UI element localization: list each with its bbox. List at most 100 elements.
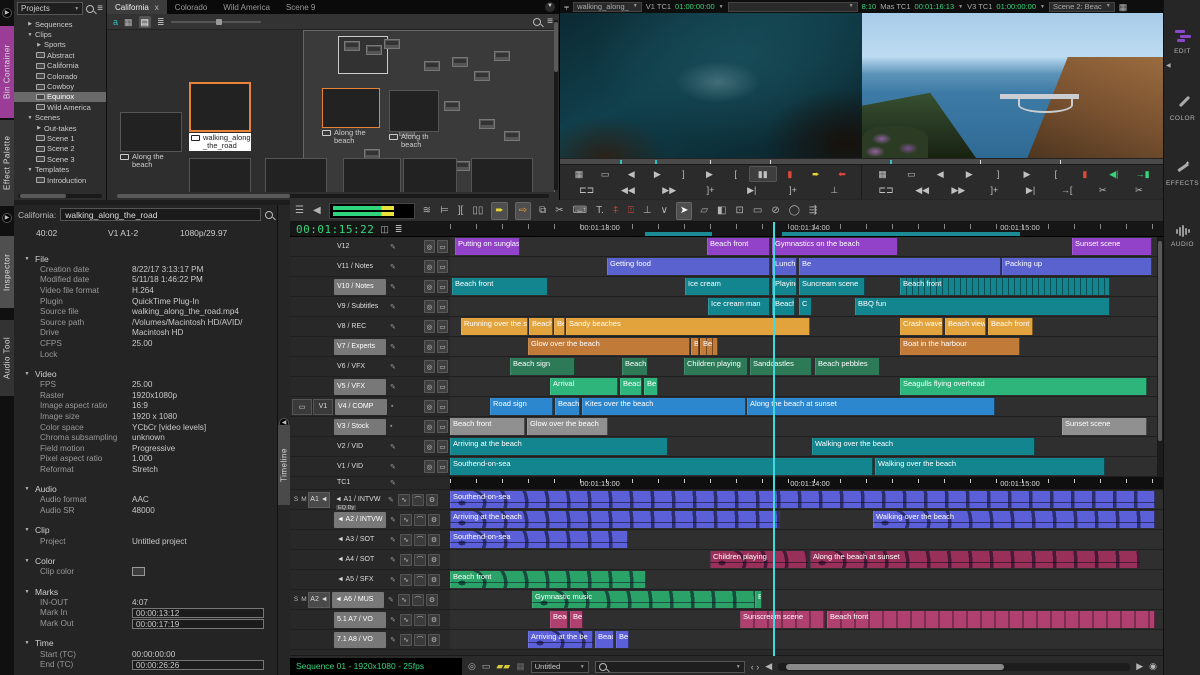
track-name[interactable]: V4 / COMP: [335, 399, 387, 415]
record-enable-icon[interactable]: ◎: [424, 440, 435, 453]
transport-icon[interactable]: ▶|: [731, 183, 772, 197]
timeline-clip[interactable]: Arrival: [550, 378, 618, 395]
scroll-right-icon[interactable]: ▶: [1136, 661, 1143, 672]
pencil-icon[interactable]: ✎: [390, 323, 398, 331]
transport-icon[interactable]: ▶: [644, 167, 670, 181]
track-header-v3[interactable]: V3 / Stock▪◎▭: [290, 417, 450, 436]
transport-icon[interactable]: ⊥: [814, 183, 855, 197]
monitor-icon[interactable]: ▭: [437, 320, 448, 333]
transport-icon[interactable]: ]: [984, 167, 1013, 181]
track-lane[interactable]: Southend-on-sea: [450, 530, 1163, 549]
chevron-right-icon[interactable]: ▶: [36, 125, 42, 131]
video-monitor-icon[interactable]: ▭: [482, 661, 491, 672]
bin-clip-thumbnail[interactable]: walking_along _the_road: [189, 82, 251, 151]
monitor-icon[interactable]: ▭: [437, 300, 448, 313]
transport-icon[interactable]: ◀◀: [607, 183, 648, 197]
video-quality-icon[interactable]: ▰▰: [496, 661, 510, 672]
transport-icon[interactable]: ✂: [1121, 183, 1157, 197]
motion-fx-icon[interactable]: ⇶: [808, 203, 818, 219]
pencil-icon[interactable]: ✎: [388, 596, 396, 604]
timeline-clip[interactable]: B: [691, 338, 699, 355]
track-name[interactable]: ◄ A2 / INTVW: [334, 512, 386, 528]
timeline-clip[interactable]: Children playing: [710, 551, 808, 568]
automation-icon[interactable]: ⌒: [414, 534, 426, 546]
track-name[interactable]: ◄ A6 / MUS: [332, 592, 384, 608]
property-value[interactable]: 00:00:17:19: [132, 619, 264, 629]
record-enable-icon[interactable]: ◎: [424, 400, 435, 413]
bin-menu-icon[interactable]: ≡: [547, 17, 553, 27]
track-lane[interactable]: Beach frontIce creamPlayingSuncream scen…: [450, 277, 1163, 296]
track-header-v9[interactable]: V9 / Subtitles✎◎▭: [290, 297, 450, 316]
bin-clip-thumbnail[interactable]: Along the beach: [471, 158, 533, 192]
clip-name-input[interactable]: walking_along_the_road: [60, 208, 261, 221]
timeline-clip[interactable]: B: [755, 591, 762, 608]
pencil-icon[interactable]: ✎: [390, 479, 398, 487]
chevron-right-icon[interactable]: ▶: [36, 42, 42, 48]
timeline-clip[interactable]: Be: [644, 378, 658, 395]
audio-group-button[interactable]: A1 ◄: [308, 492, 330, 508]
track-header--a5-sfx[interactable]: ◄ A5 / SFX✎∿⌒⚙: [290, 570, 450, 589]
segment-icon[interactable]: ▱: [699, 203, 709, 219]
extract-icon[interactable]: ⍐: [627, 203, 635, 219]
rail-item-color[interactable]: COLOR: [1164, 95, 1200, 122]
track-lane[interactable]: Children playingAlong the beach at sunse…: [450, 550, 1163, 569]
speaker-icon[interactable]: ◀: [312, 203, 322, 219]
bin-clip-thumbnail[interactable]: Along the beach: [120, 112, 182, 169]
timeline-clip[interactable]: Walking over the beach: [875, 458, 1105, 475]
tab-bin-container[interactable]: Bin Container: [0, 26, 14, 118]
playhead[interactable]: [773, 222, 775, 656]
transport-icon[interactable]: →[: [1049, 183, 1085, 197]
record-monitor[interactable]: [862, 13, 1164, 158]
mark-clip-icon[interactable]: ][: [457, 203, 465, 219]
tree-item-scenes[interactable]: ▼Scenes: [14, 113, 106, 123]
tab-inspector[interactable]: Inspector: [0, 236, 14, 308]
track-name[interactable]: ◄ A4 / SOT: [334, 552, 386, 568]
monitor-icon[interactable]: ▭: [437, 440, 448, 453]
timeline-clip[interactable]: Sunset scene: [1072, 238, 1152, 255]
timeline-vscrollbar[interactable]: [1157, 237, 1163, 477]
timeline-clip[interactable]: Beach: [772, 298, 795, 315]
bin-clip-thumbnail[interactable]: Along the beach: [322, 88, 380, 145]
rail-item-effects[interactable]: EFFECTS: [1164, 160, 1200, 187]
transport-icon[interactable]: ⬅: [829, 167, 855, 181]
gear-icon[interactable]: ⚙: [428, 514, 440, 526]
transport-icon[interactable]: ✂: [1085, 183, 1121, 197]
solo-button[interactable]: S: [292, 496, 300, 503]
source-clip-select[interactable]: walking_along_▼: [573, 2, 642, 12]
focus-icon[interactable]: ◫: [380, 223, 389, 235]
prev-result-icon[interactable]: ‹ ›: [751, 662, 760, 672]
bin-hscrollbar[interactable]: [117, 194, 549, 198]
scroll-left-icon[interactable]: ◀: [765, 661, 772, 672]
track-lane[interactable]: ArrivalBeachBeSeagulls flying overhead: [450, 377, 1163, 396]
waveform-icon[interactable]: ∿: [400, 534, 412, 546]
track-name[interactable]: V11 / Notes: [334, 259, 386, 275]
timeline-clip[interactable]: Beac: [550, 611, 568, 628]
lock-icon[interactable]: ▪: [391, 403, 399, 410]
track-lane[interactable]: Running over the sBeachBeSandy beachesCr…: [450, 317, 1163, 336]
lock-icon[interactable]: ▪: [390, 423, 398, 430]
tab-audio-tool[interactable]: Audio Tool: [0, 320, 14, 396]
automation-icon[interactable]: ⌒: [412, 594, 424, 606]
tree-item-abstract[interactable]: Abstract: [14, 50, 106, 60]
track-header-v4[interactable]: ▭V1V4 / COMP▪◎▭: [290, 397, 450, 416]
gear-icon[interactable]: ⚙: [428, 574, 440, 586]
transport-icon[interactable]: →▮: [1128, 167, 1157, 181]
marker-icon[interactable]: ⊨: [439, 203, 450, 219]
transport-icon[interactable]: ▦: [566, 167, 592, 181]
timeline-clip[interactable]: Southend-on-sea: [450, 491, 1155, 508]
pencil-icon[interactable]: ✎: [390, 243, 398, 251]
transport-icon[interactable]: ]+: [690, 183, 731, 197]
menu-icon[interactable]: ≡: [97, 4, 103, 14]
automation-icon[interactable]: ⌒: [414, 614, 426, 626]
panel-collapse-button-2[interactable]: ▶: [2, 213, 12, 223]
tree-item-scene-3[interactable]: Scene 3: [14, 154, 106, 164]
pencil-icon[interactable]: ✎: [390, 536, 398, 544]
gear-icon[interactable]: ⚙: [426, 494, 438, 506]
monitor-icon[interactable]: ▭: [437, 400, 448, 413]
bin-tab-scene-9[interactable]: Scene 9: [278, 0, 323, 14]
track-lane[interactable]: Southend-on-sea: [450, 490, 1163, 509]
track-header--a2-intvw[interactable]: ◄ A2 / INTVW✎∿⌒⚙: [290, 510, 450, 529]
gear-icon[interactable]: ⚙: [428, 534, 440, 546]
automation-icon[interactable]: ⌒: [414, 514, 426, 526]
track-lane[interactable]: Putting on sunglasBeach frontGymnastics …: [450, 237, 1163, 256]
